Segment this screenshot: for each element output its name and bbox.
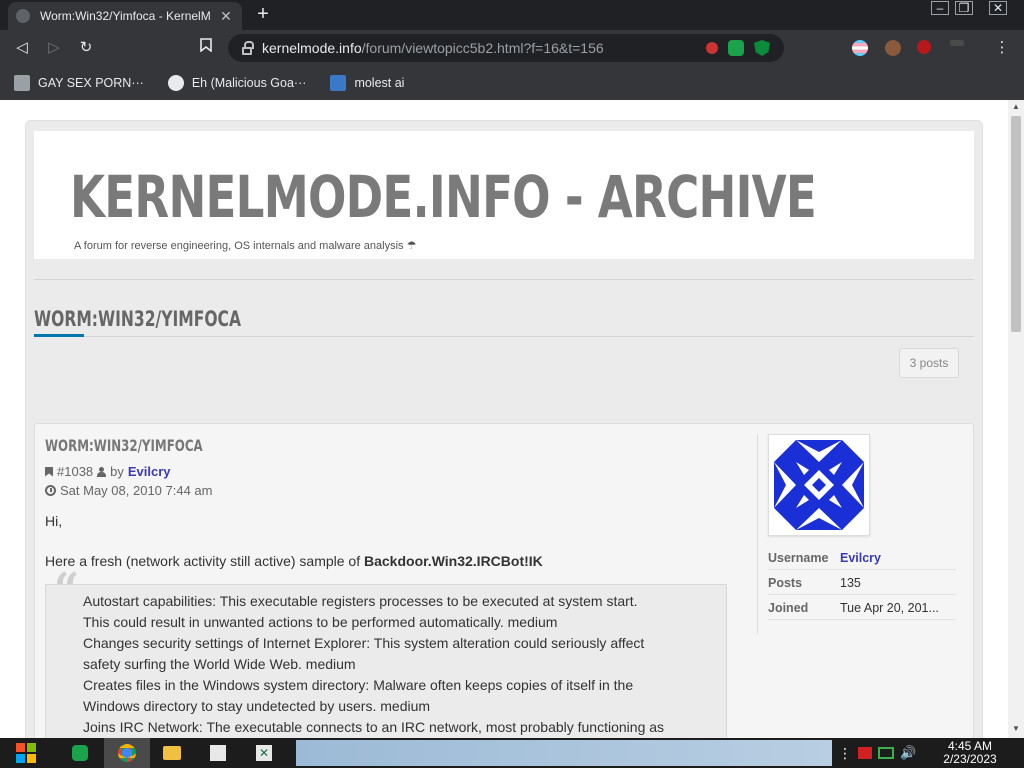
site-favicon-icon <box>16 9 30 23</box>
taskbar-green-app-icon[interactable] <box>60 738 100 768</box>
windows-logo-icon <box>16 743 36 763</box>
profile-row-username: Username Evilcry <box>768 546 956 570</box>
volume-icon[interactable]: 🔊 <box>900 745 916 761</box>
windows-taskbar: ✕ ⋮ 🔊 4:45 AM 2/23/2023 <box>0 738 1024 768</box>
shield-icon[interactable] <box>754 40 770 56</box>
lock-icon[interactable] <box>242 41 254 55</box>
permalink-icon[interactable] <box>45 466 53 477</box>
extension-green-icon[interactable] <box>728 40 744 56</box>
extension-dim-icon[interactable] <box>950 40 964 46</box>
quote-block: “ Autostart capabilities: This executabl… <box>45 568 727 738</box>
globe-icon <box>167 75 184 91</box>
page-scrollbar[interactable]: ▲ ▼ <box>1008 100 1024 738</box>
avatar[interactable] <box>768 434 870 536</box>
topic-divider <box>34 336 974 337</box>
profile-row-joined: Joined Tue Apr 20, 201... <box>768 596 956 620</box>
site-header: KERNELMODE.INFO - ARCHIVE A forum for re… <box>34 131 974 259</box>
sample-name: Backdoor.Win32.IRCBot!IK <box>364 553 543 569</box>
quote-mark-icon: “ <box>54 564 80 615</box>
taskbar-search-area[interactable] <box>296 740 832 766</box>
tab-title: Worm:Win32/Yimfoca - KernelM <box>40 9 211 23</box>
quote-line: Joins IRC Network: The executable connec… <box>83 719 665 735</box>
quote-line: Windows directory to stay undetected by … <box>83 698 431 714</box>
forward-icon[interactable]: ▷ <box>44 38 64 58</box>
browser-tab-active[interactable]: Worm:Win32/Yimfoca - KernelM ✕ <box>8 2 242 30</box>
user-icon <box>97 466 107 477</box>
profile-username-link[interactable]: Evilcry <box>840 551 881 565</box>
bookmark-star-icon[interactable] <box>196 38 216 58</box>
reload-icon[interactable]: ↻ <box>76 38 96 58</box>
network-icon[interactable] <box>878 747 894 759</box>
post-container: WORM:WIN32/YIMFOCA #1038 by Evilcry Sat … <box>34 423 974 738</box>
taskbar-chrome-icon[interactable] <box>104 738 150 768</box>
page-wrapper: KERNELMODE.INFO - ARCHIVE A forum for re… <box>25 120 983 738</box>
window-minimize-button[interactable]: – <box>928 0 952 18</box>
profile-row-posts: Posts 135 <box>768 571 956 595</box>
taskbar-excel-icon[interactable]: ✕ <box>244 738 284 768</box>
tab-strip: Worm:Win32/Yimfoca - KernelM ✕ + – ❐ ✕ <box>0 0 1024 30</box>
bookmark-item-3[interactable]: molest ai <box>330 75 404 91</box>
divider <box>34 279 974 280</box>
bookmark-item-1[interactable]: GAY SEX PORN··· <box>14 75 144 91</box>
page-viewport: KERNELMODE.INFO - ARCHIVE A forum for re… <box>0 100 1008 738</box>
scroll-thumb[interactable] <box>1011 116 1021 332</box>
browser-toolbar: ◁ ▷ ↻ kernelmode.info/forum/viewtopicc5b… <box>0 30 1024 66</box>
post-title[interactable]: WORM:WIN32/YIMFOCA <box>45 436 203 455</box>
identicon-avatar-icon <box>774 440 864 530</box>
taskbar-clock[interactable]: 4:45 AM 2/23/2023 <box>934 740 1006 766</box>
profile-flag-icon[interactable] <box>852 40 868 56</box>
bookmarks-bar: GAY SEX PORN··· Eh (Malicious Goa··· mol… <box>0 66 1024 100</box>
quote-line: safety surfing the World Wide Web. mediu… <box>83 656 356 672</box>
post-date-row: Sat May 08, 2010 7:44 am <box>45 483 212 498</box>
author-profile: Username Evilcry Posts 135 Joined Tue Ap… <box>757 434 965 634</box>
window-maximize-button[interactable]: ❐ <box>952 0 976 18</box>
site-description: A forum for reverse engineering, OS inte… <box>74 240 417 252</box>
post-date: Sat May 08, 2010 7:44 am <box>60 483 213 498</box>
url-text[interactable]: kernelmode.info/forum/viewtopicc5b2.html… <box>262 40 604 56</box>
clock-icon <box>45 485 56 496</box>
ublock-icon[interactable] <box>917 40 931 54</box>
post-count-badge: 3 posts <box>899 348 959 378</box>
site-title[interactable]: KERNELMODE.INFO - ARCHIVE <box>70 163 817 231</box>
taskbar-explorer-icon[interactable] <box>152 738 192 768</box>
bookmark-favicon-icon <box>330 75 347 91</box>
system-tray: ⋮ 🔊 <box>838 738 916 768</box>
scroll-down-icon[interactable]: ▼ <box>1011 724 1021 734</box>
address-bar[interactable]: kernelmode.info/forum/viewtopicc5b2.html… <box>228 34 784 62</box>
post-meta: #1038 by Evilcry <box>45 464 171 479</box>
by-label: by <box>110 464 124 479</box>
scroll-up-icon[interactable]: ▲ <box>1011 102 1021 112</box>
new-tab-button[interactable]: + <box>252 4 274 26</box>
post-intro: Here a fresh (network activity still act… <box>45 553 543 569</box>
start-button[interactable] <box>4 738 48 768</box>
flag-icon[interactable] <box>858 747 872 759</box>
topic-title[interactable]: WORM:WIN32/YIMFOCA <box>34 307 241 331</box>
quote-line: This could result in unwanted actions to… <box>83 614 558 630</box>
quote-line: Changes security settings of Internet Ex… <box>83 635 645 651</box>
tray-overflow-icon[interactable]: ⋮ <box>838 745 852 762</box>
post-author-link[interactable]: Evilcry <box>128 464 171 479</box>
bookmark-item-2[interactable]: Eh (Malicious Goa··· <box>167 75 306 91</box>
taskbar-app-icon[interactable] <box>198 738 238 768</box>
post-id[interactable]: #1038 <box>57 464 93 479</box>
blocked-indicator-icon[interactable] <box>706 42 718 54</box>
bookmark-favicon-icon <box>14 75 30 91</box>
tab-close-icon[interactable]: ✕ <box>218 8 234 25</box>
topic-accent-bar <box>34 334 84 337</box>
menu-icon[interactable]: ⋮ <box>992 38 1012 58</box>
avatar-extension-icon[interactable] <box>885 40 901 56</box>
quote-line: Creates files in the Windows system dire… <box>83 677 634 693</box>
post-greeting: Hi, <box>45 513 63 529</box>
window-close-button[interactable]: ✕ <box>984 0 1012 18</box>
quote-line: Autostart capabilities: This executable … <box>83 593 638 609</box>
back-icon[interactable]: ◁ <box>12 38 32 58</box>
